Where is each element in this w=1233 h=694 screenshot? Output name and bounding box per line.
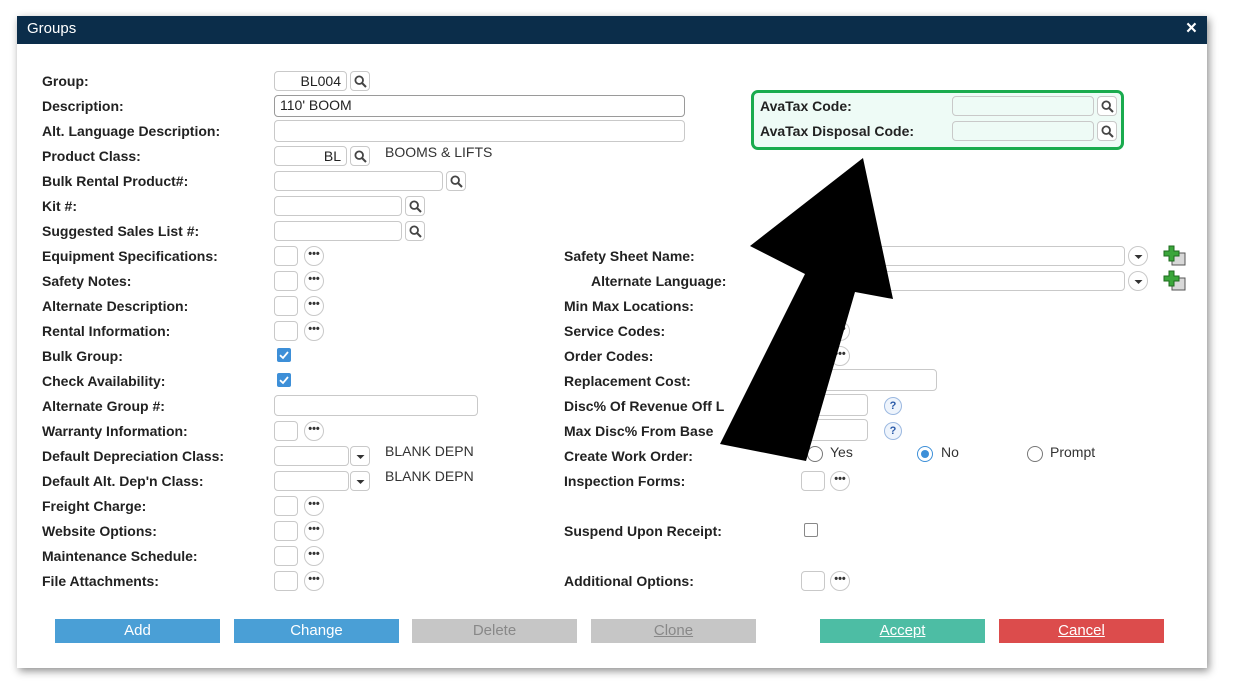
annotation-arrow-icon xyxy=(720,158,893,461)
